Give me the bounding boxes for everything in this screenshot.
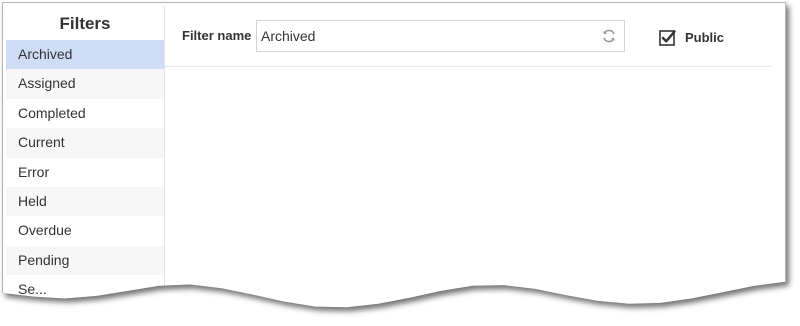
filter-item-error[interactable]: Error [6,158,164,187]
filter-list: Archived Assigned Completed Current Erro… [6,40,164,305]
filters-panel: Filters Archived Assigned Completed Curr… [2,2,786,308]
filter-item-overdue[interactable]: Overdue [6,216,164,245]
filter-item-partial[interactable]: Se... [6,275,164,304]
filters-sidebar: Filters Archived Assigned Completed Curr… [6,6,165,306]
filter-editor: Filter name Public [165,6,785,306]
header-divider [165,66,771,67]
filter-name-label: Filter name [182,28,252,43]
filter-item-current[interactable]: Current [6,128,164,158]
filter-item-assigned[interactable]: Assigned [6,69,164,99]
refresh-icon[interactable] [601,28,617,44]
public-label: Public [685,30,725,45]
filter-item-pending[interactable]: Pending [6,245,164,276]
sidebar-title: Filters [59,14,111,33]
filter-item-archived[interactable]: Archived [6,40,164,70]
filter-item-completed[interactable]: Completed [6,99,164,128]
filter-name-input[interactable] [256,20,625,52]
public-checkbox[interactable] [659,29,676,46]
filter-item-held[interactable]: Held [6,186,164,217]
